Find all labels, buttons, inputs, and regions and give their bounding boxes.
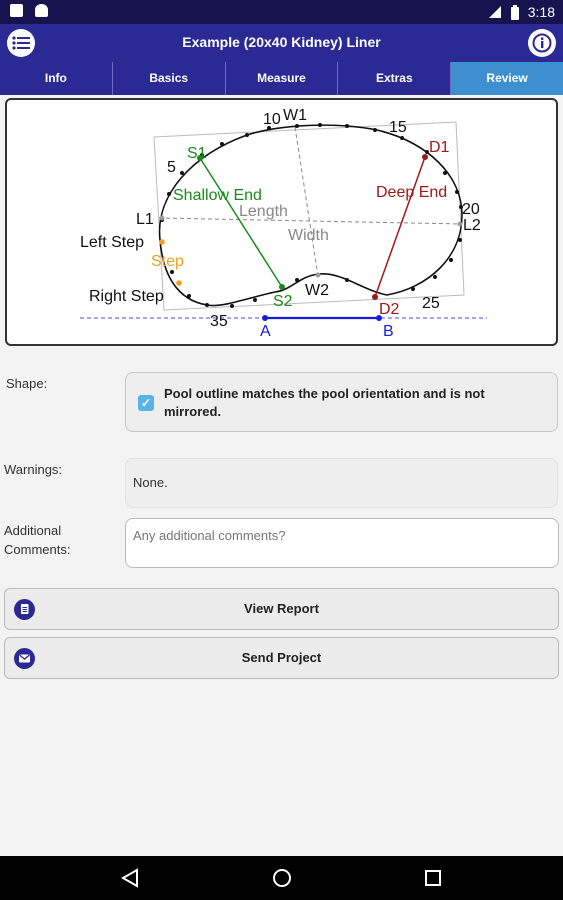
label-a: A — [260, 323, 271, 340]
label-width: Width — [288, 227, 329, 244]
tab-basics[interactable]: Basics — [113, 62, 226, 95]
label-5: 5 — [167, 159, 176, 176]
warnings-panel: None. — [125, 458, 558, 508]
d1-point — [422, 154, 428, 160]
w2-point — [315, 272, 321, 278]
label-right-step: Right Step — [89, 288, 164, 305]
android-notification-icon — [35, 4, 48, 17]
view-report-button[interactable]: View Report — [4, 588, 559, 630]
label-10: 10 — [263, 111, 281, 128]
status-bar: 3:18 — [0, 0, 563, 24]
orientation-checkbox[interactable]: ✓ — [138, 395, 154, 411]
send-project-button[interactable]: Send Project — [4, 637, 559, 679]
label-d1: D1 — [429, 139, 450, 156]
deep-end-line — [374, 156, 426, 298]
length-line — [158, 217, 463, 225]
shape-panel: ✓ Pool outline matches the pool orientat… — [125, 372, 558, 432]
view-report-label: View Report — [244, 601, 319, 616]
label-25: 25 — [422, 295, 440, 312]
label-35: 35 — [210, 313, 228, 330]
tab-review[interactable]: Review — [451, 62, 563, 95]
l1-point — [159, 215, 165, 221]
notification-icons — [10, 4, 48, 17]
shallow-end-line — [199, 157, 283, 288]
label-l1: L1 — [136, 211, 154, 228]
system-icons: 3:18 — [488, 4, 555, 20]
pool-diagram: 10 W1 15 S1 D1 5 Shallow End Deep End 20… — [5, 98, 558, 346]
s2-point — [279, 284, 285, 290]
label-b: B — [383, 323, 394, 340]
pool-outline-drawing: 10 W1 15 S1 D1 5 Shallow End Deep End 20… — [80, 107, 487, 340]
send-project-label: Send Project — [241, 650, 322, 665]
app-notification-icon — [10, 4, 23, 17]
label-w2: W2 — [305, 282, 329, 299]
screen-title: Example (20x40 Kidney) Liner — [182, 34, 381, 50]
label-s1: S1 — [187, 145, 207, 162]
label-w1: W1 — [283, 107, 307, 124]
battery-icon — [510, 4, 519, 20]
tab-info[interactable]: Info — [0, 62, 113, 95]
warnings-value: None. — [133, 475, 168, 490]
info-icon — [532, 33, 552, 53]
back-icon[interactable] — [120, 868, 138, 888]
right-step-point — [176, 280, 182, 286]
label-20: 20 — [462, 201, 480, 218]
info-button[interactable] — [528, 29, 556, 57]
recents-icon[interactable] — [425, 870, 441, 886]
label-length: Length — [239, 203, 288, 220]
navigation-bar — [0, 856, 563, 900]
label-l2: L2 — [463, 217, 481, 234]
comments-label: Additional Comments: — [4, 523, 71, 557]
label-shallow-end: Shallow End — [173, 187, 262, 204]
shape-label: Shape: — [6, 376, 48, 391]
app-bar: Example (20x40 Kidney) Liner — [0, 24, 563, 62]
label-d2: D2 — [379, 301, 400, 318]
tab-bar: Info Basics Measure Extras Review — [0, 62, 563, 95]
clock: 3:18 — [527, 4, 555, 20]
d2-point — [372, 294, 378, 300]
width-line — [294, 126, 319, 277]
label-15: 15 — [389, 119, 407, 136]
label-left-step: Left Step — [80, 234, 144, 251]
orientation-check-text: Pool outline matches the pool orientatio… — [164, 386, 485, 419]
warnings-label: Warnings: — [4, 462, 63, 477]
label-s2: S2 — [273, 293, 293, 310]
tab-extras[interactable]: Extras — [338, 62, 452, 95]
label-deep-end: Deep End — [376, 184, 447, 201]
home-icon[interactable] — [273, 869, 291, 887]
a-point — [262, 315, 268, 321]
label-step: Step — [151, 253, 184, 270]
signal-icon — [488, 6, 501, 18]
l2-point — [457, 221, 463, 227]
tab-measure[interactable]: Measure — [226, 62, 339, 95]
comments-input[interactable] — [125, 518, 559, 568]
left-step-point — [159, 239, 165, 245]
